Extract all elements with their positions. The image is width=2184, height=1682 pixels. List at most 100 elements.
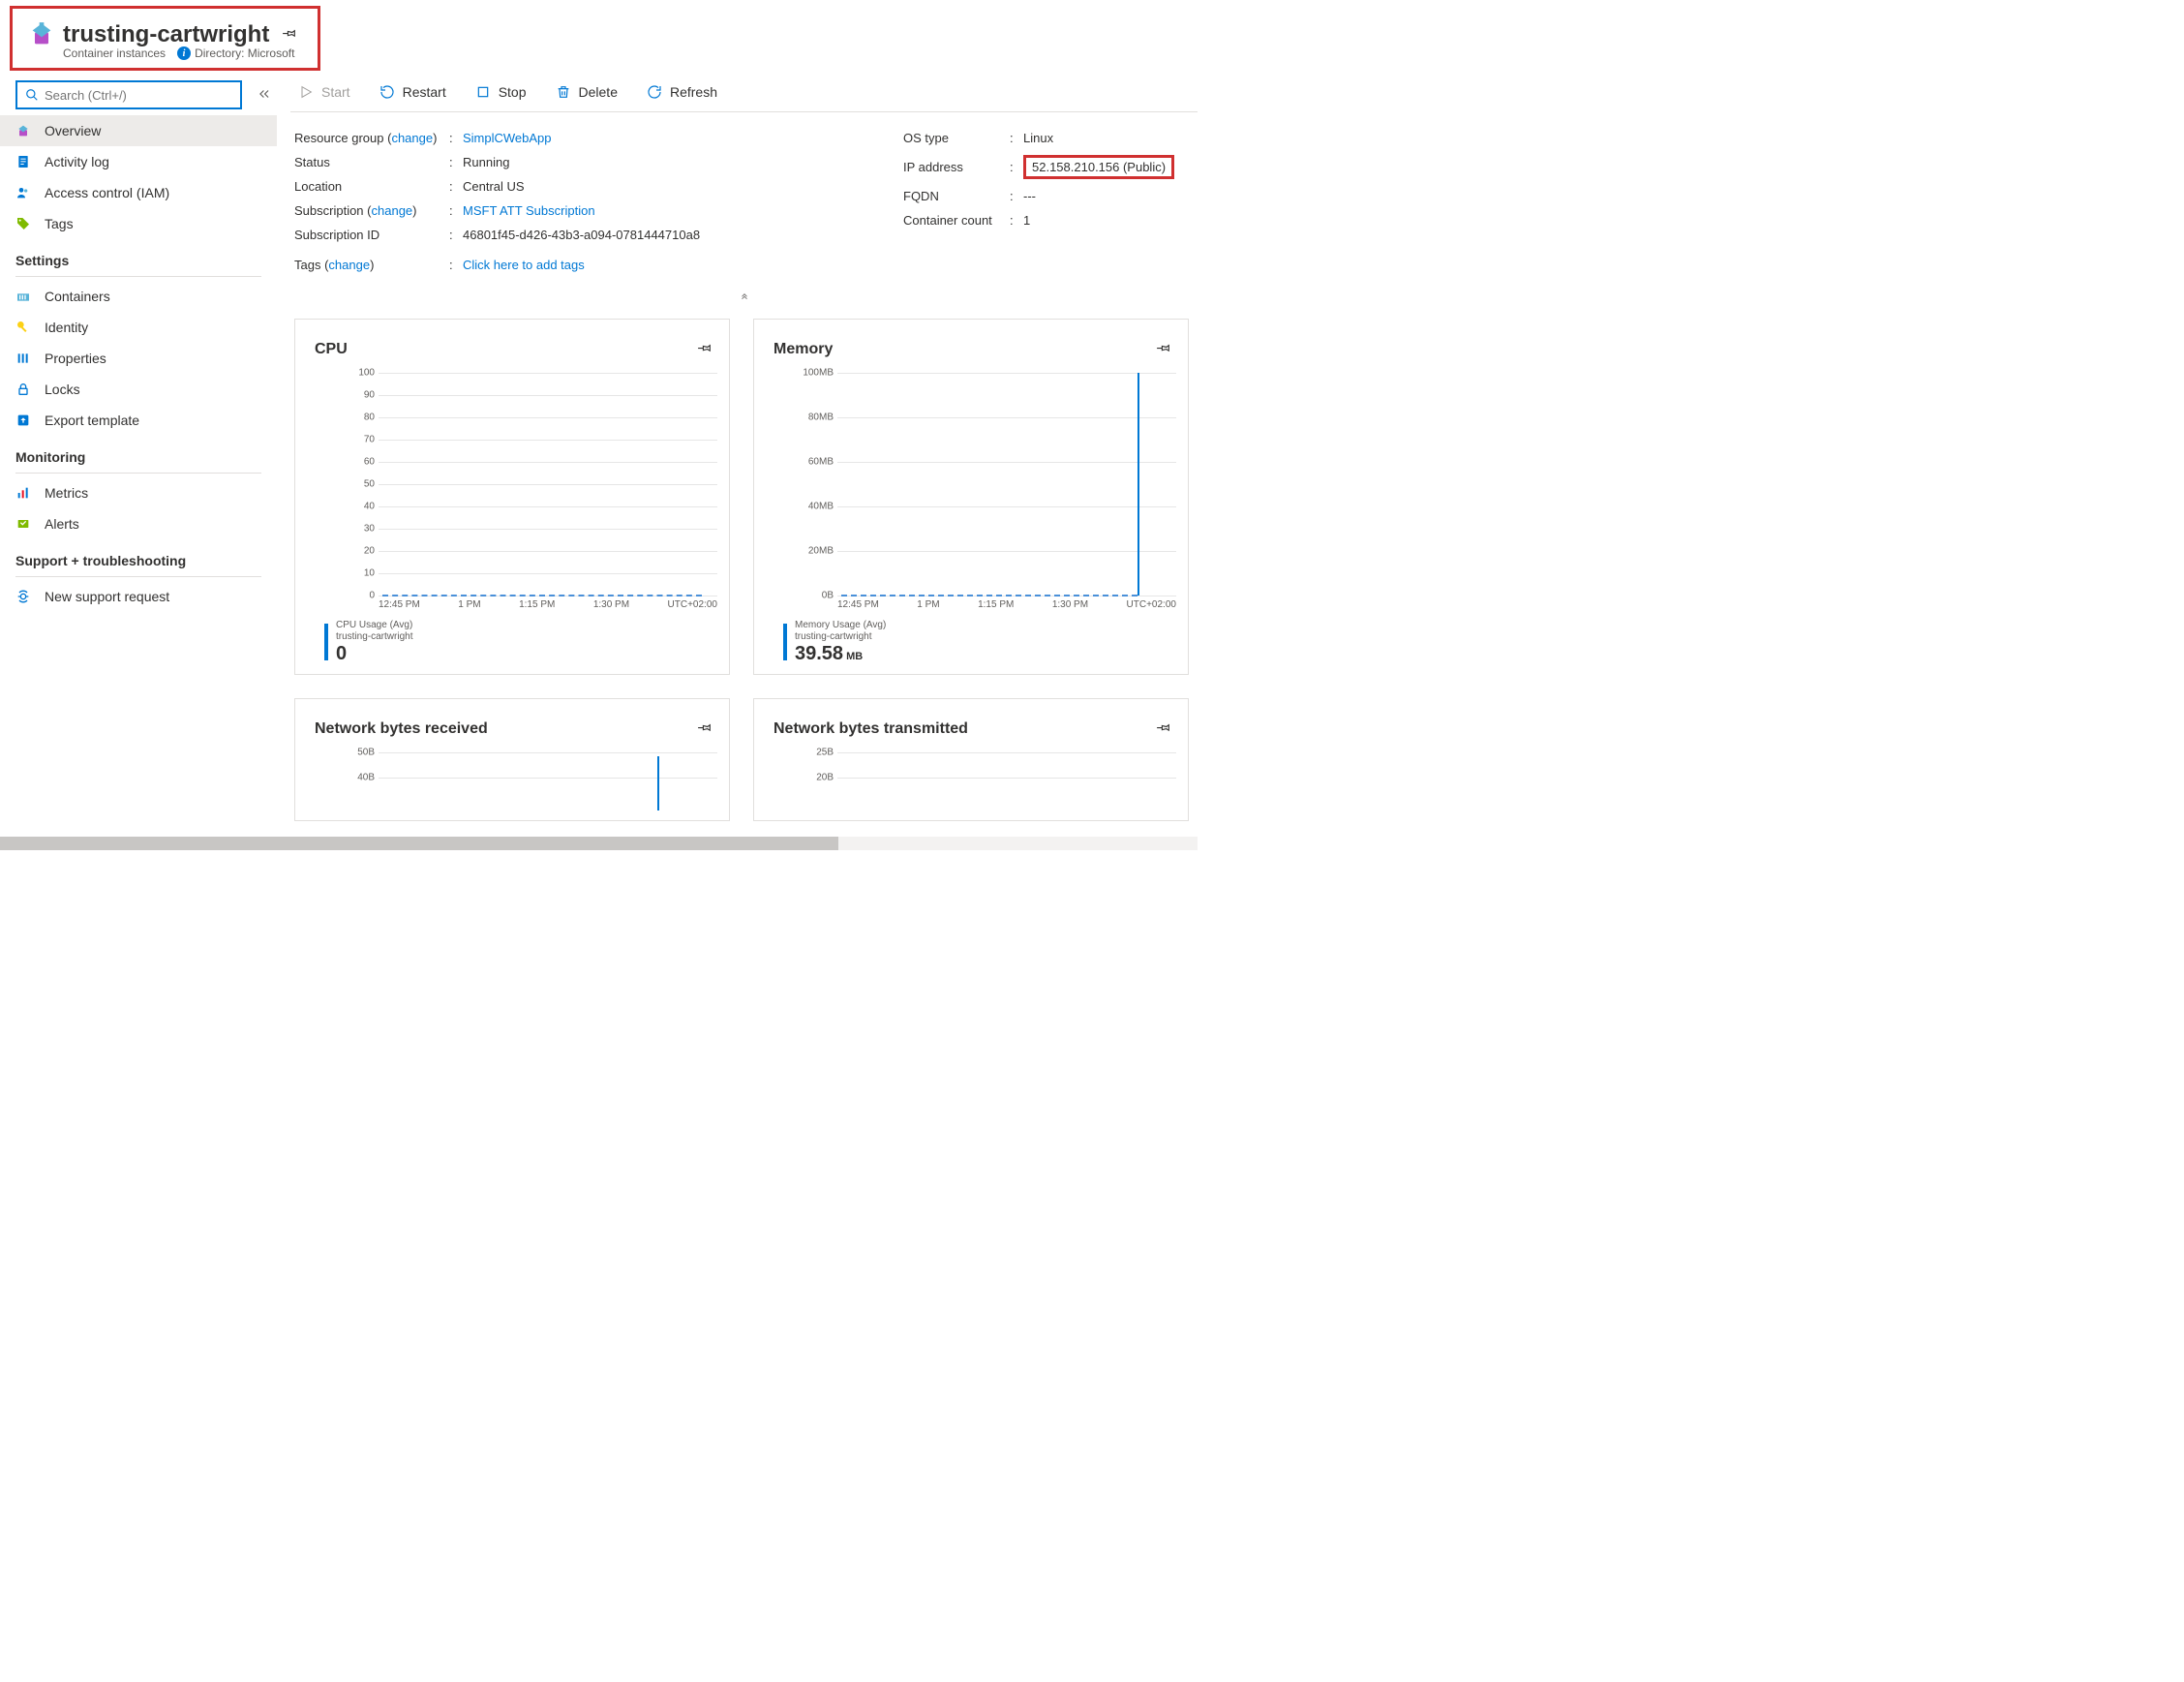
- key-icon: [15, 320, 31, 335]
- x-tick-label: UTC+02:00: [1127, 599, 1176, 610]
- nav-item-new-support-request[interactable]: New support request: [0, 581, 277, 612]
- metrics-icon: [15, 485, 31, 501]
- y-tick-label: 100MB: [803, 368, 834, 379]
- start-label: Start: [321, 84, 350, 100]
- stop-button[interactable]: Stop: [471, 80, 531, 104]
- nav-item-export-template[interactable]: Export template: [0, 405, 277, 436]
- pin-button[interactable]: [277, 20, 302, 48]
- collapse-sidebar-button[interactable]: [252, 81, 277, 109]
- legend-name: Memory Usage (Avg): [795, 620, 886, 631]
- delete-button[interactable]: Delete: [552, 80, 622, 104]
- nav-item-metrics[interactable]: Metrics: [0, 477, 277, 508]
- pin-chart-button[interactable]: [1151, 715, 1176, 743]
- chart-plot-area[interactable]: 100MB80MB60MB40MB20MB0B: [803, 373, 1176, 596]
- pin-chart-button[interactable]: [692, 715, 717, 743]
- status-value: Running: [463, 155, 509, 169]
- legend-sub: trusting-cartwright: [336, 631, 412, 643]
- y-tick-label: 60: [364, 457, 375, 468]
- section-header: Support + troubleshooting: [0, 539, 277, 572]
- nav-label: Export template: [45, 413, 139, 428]
- legend-sub: trusting-cartwright: [795, 631, 886, 643]
- legend-value: 39.58 MB: [795, 643, 886, 664]
- y-tick-label: 100: [358, 368, 375, 379]
- nav-item-identity[interactable]: Identity: [0, 312, 277, 343]
- page-header: trusting-cartwright Container instances …: [10, 6, 320, 71]
- search-input[interactable]: [45, 88, 232, 103]
- chart-plot-area[interactable]: 50B40B: [344, 752, 717, 810]
- lock-icon: [15, 382, 31, 397]
- nav-item-alerts[interactable]: Alerts: [0, 508, 277, 539]
- charts-grid: CPU100908070605040302010012:45 PM1 PM1:1…: [290, 307, 1198, 833]
- restart-icon: [379, 84, 395, 100]
- y-tick-label: 50: [364, 479, 375, 490]
- nav-item-access-control-iam-[interactable]: Access control (IAM): [0, 177, 277, 208]
- nav-item-tags[interactable]: Tags: [0, 208, 277, 239]
- support-icon: [15, 589, 31, 604]
- chart-card-network-bytes-received: Network bytes received50B40B: [294, 698, 730, 821]
- location-label: Location: [294, 179, 449, 194]
- horizontal-scrollbar[interactable]: [0, 837, 1198, 850]
- y-tick-label: 30: [364, 524, 375, 535]
- nav-item-properties[interactable]: Properties: [0, 343, 277, 374]
- y-tick-label: 20: [364, 546, 375, 557]
- y-tick-label: 40B: [357, 773, 375, 783]
- chart-plot-area[interactable]: 1009080706050403020100: [344, 373, 717, 596]
- nav-item-locks[interactable]: Locks: [0, 374, 277, 405]
- tags-value[interactable]: Click here to add tags: [463, 258, 585, 272]
- nav-label: Activity log: [45, 154, 109, 169]
- y-tick-label: 80: [364, 413, 375, 423]
- refresh-button[interactable]: Refresh: [643, 80, 721, 104]
- section-header: Monitoring: [0, 436, 277, 469]
- trash-icon: [556, 84, 571, 100]
- subscription-value[interactable]: MSFT ATT Subscription: [463, 203, 595, 218]
- sidebar-search[interactable]: [15, 80, 242, 109]
- containers-icon: [15, 289, 31, 304]
- properties-icon: [15, 351, 31, 366]
- os-type-label: OS type: [903, 131, 1010, 145]
- y-tick-label: 0B: [822, 591, 834, 601]
- os-type-value: Linux: [1023, 131, 1053, 145]
- stop-icon: [475, 84, 491, 100]
- change-resource-group-link[interactable]: change: [391, 131, 433, 145]
- data-spike: [657, 756, 659, 810]
- y-tick-label: 70: [364, 435, 375, 445]
- x-tick-label: 12:45 PM: [379, 599, 420, 610]
- x-tick-label: 12:45 PM: [837, 599, 879, 610]
- command-bar: Start Restart Stop Delete Refresh: [290, 75, 1198, 112]
- chart-plot-area[interactable]: 25B20B: [803, 752, 1176, 810]
- restart-button[interactable]: Restart: [376, 80, 450, 104]
- chart-card-cpu: CPU100908070605040302010012:45 PM1 PM1:1…: [294, 319, 730, 675]
- chart-title: CPU: [315, 341, 348, 358]
- nav-label: New support request: [45, 589, 169, 604]
- change-subscription-link[interactable]: change: [372, 203, 413, 218]
- change-tags-link[interactable]: change: [328, 258, 370, 272]
- ip-address-label: IP address: [903, 160, 1010, 174]
- nav-label: Containers: [45, 289, 110, 304]
- y-tick-label: 0: [369, 591, 375, 601]
- x-tick-label: 1:15 PM: [519, 599, 555, 610]
- nav-item-containers[interactable]: Containers: [0, 281, 277, 312]
- subscription-id-label: Subscription ID: [294, 228, 449, 242]
- start-button[interactable]: Start: [294, 80, 354, 104]
- nav-item-overview[interactable]: Overview: [0, 115, 277, 146]
- resource-type-label: Container instances: [63, 46, 166, 60]
- pin-chart-button[interactable]: [1151, 335, 1176, 363]
- section-header: Settings: [0, 239, 277, 272]
- nav-label: Overview: [45, 123, 101, 138]
- refresh-icon: [647, 84, 662, 100]
- y-tick-label: 50B: [357, 748, 375, 758]
- resource-group-value[interactable]: SimplCWebApp: [463, 131, 552, 145]
- chart-title: Network bytes received: [315, 720, 488, 738]
- nav-label: Tags: [45, 216, 74, 231]
- pin-chart-button[interactable]: [692, 335, 717, 363]
- chart-title: Memory: [774, 341, 833, 358]
- y-tick-label: 25B: [816, 748, 834, 758]
- collapse-essentials-button[interactable]: [290, 287, 1198, 307]
- data-line: [841, 595, 1138, 596]
- data-line: [382, 595, 702, 596]
- search-icon: [25, 88, 39, 102]
- subscription-id-value: 46801f45-d426-43b3-a094-0781444710a8: [463, 228, 700, 242]
- people-icon: [15, 185, 31, 200]
- nav-item-activity-log[interactable]: Activity log: [0, 146, 277, 177]
- chart-legend: CPU Usage (Avg)trusting-cartwright0: [324, 620, 717, 664]
